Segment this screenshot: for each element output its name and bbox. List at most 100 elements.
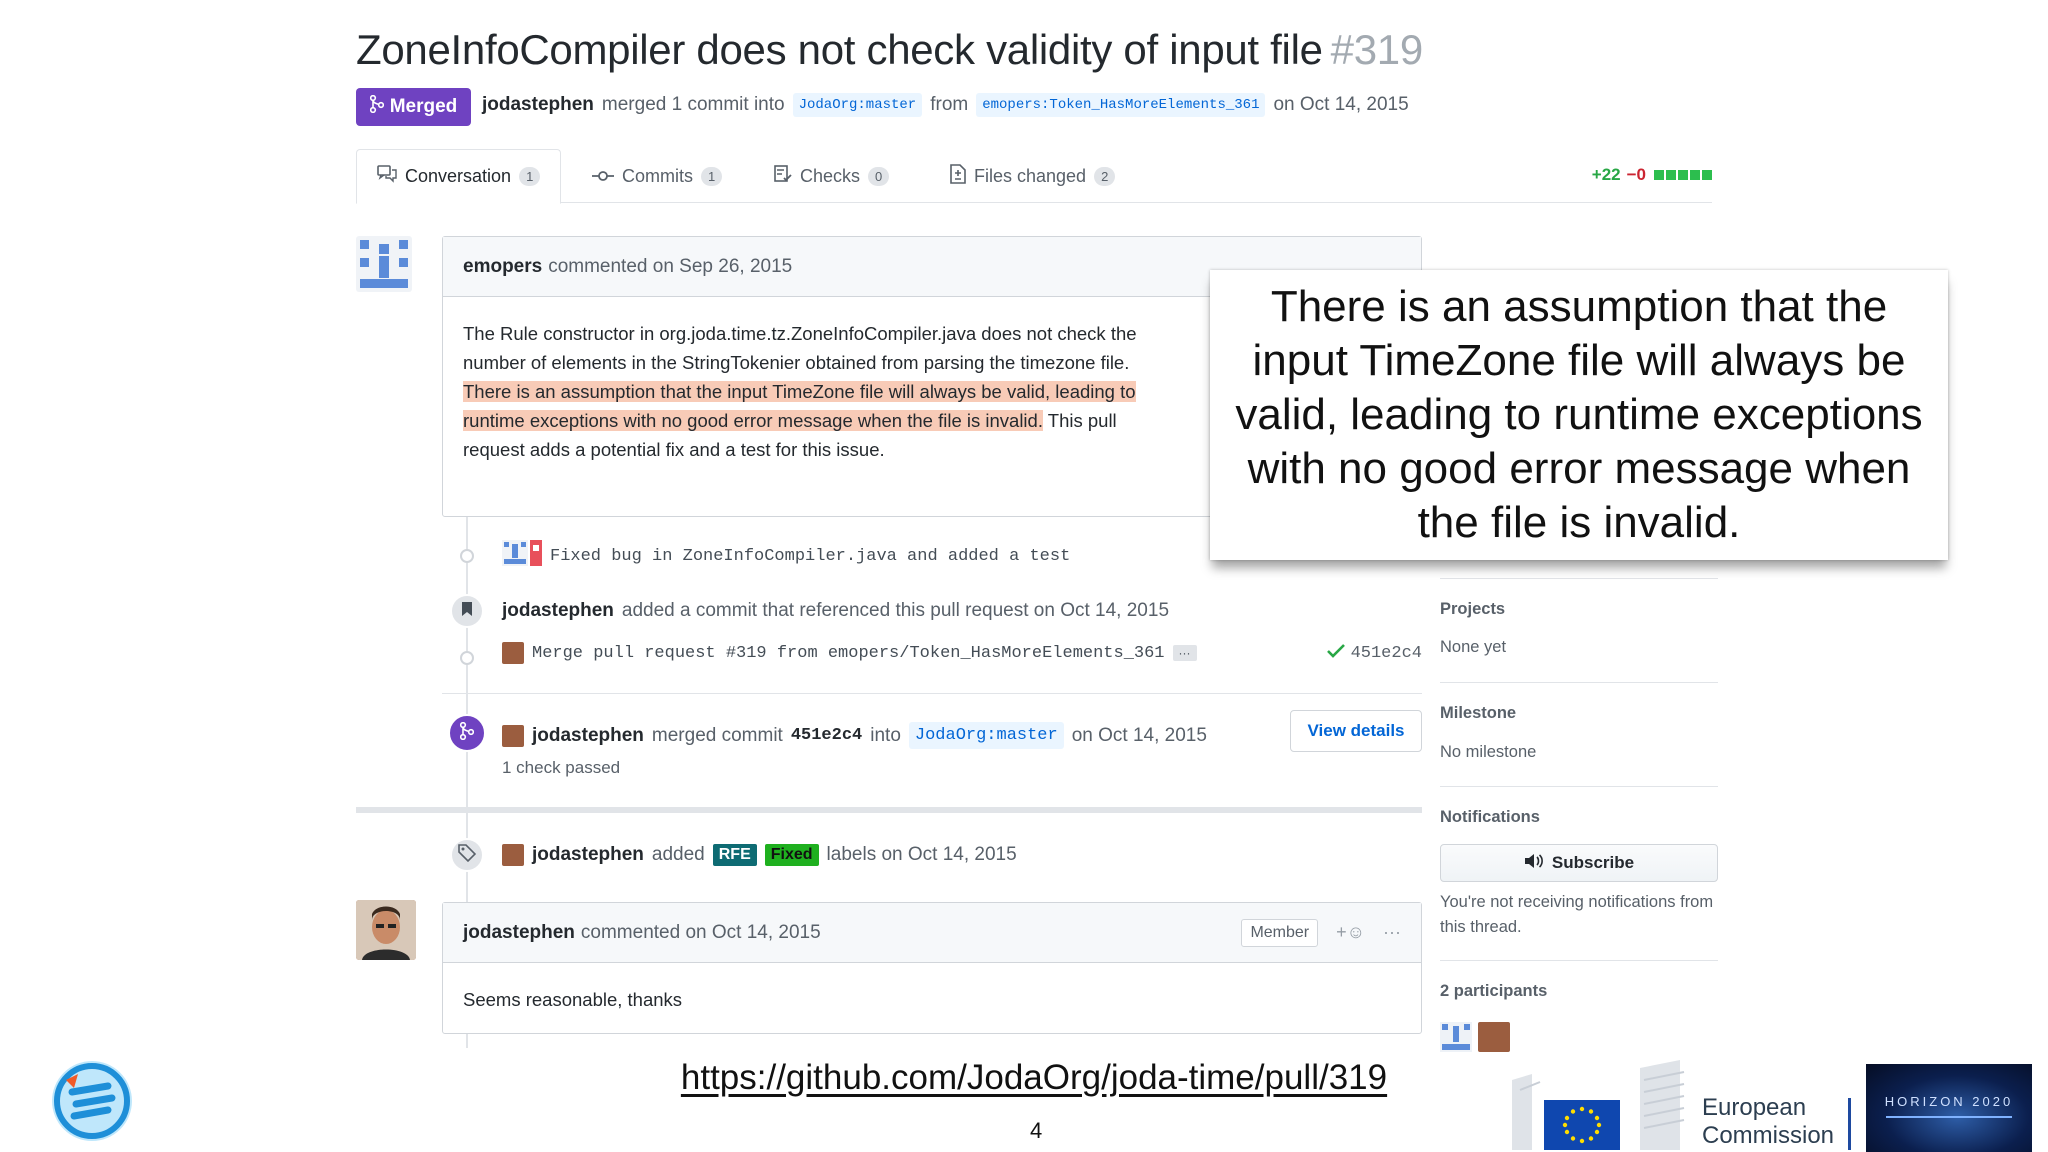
comment-body: The Rule constructor in org.joda.time.tz… — [443, 297, 1163, 486]
participants-avatars — [1440, 1022, 1510, 1057]
project-logo-icon — [48, 1058, 136, 1149]
pr-title: ZoneInfoCompiler does not check validity… — [356, 26, 1423, 74]
comment-header: jodastephen commented on Oct 14, 2015 Me… — [443, 903, 1421, 963]
sidebar-projects-value: None yet — [1440, 638, 1507, 656]
pr-number: #319 — [1330, 26, 1424, 73]
merged-status-badge: Merged — [356, 88, 471, 126]
sidebar-milestone-title[interactable]: Milestone — [1440, 704, 1516, 723]
callout-text: There is an assumption that the input Ti… — [1235, 282, 1923, 547]
bookmark-icon — [461, 601, 473, 622]
emopers-avatar[interactable] — [356, 236, 412, 292]
pr-tabs: Conversation 1 Commits 1 Checks 0 Files … — [356, 149, 1712, 204]
sidebar-separator — [1440, 682, 1718, 683]
merge-icon — [459, 721, 475, 745]
commit-status: 451e2c4 — [1326, 642, 1422, 664]
tab-files-changed-count: 2 — [1094, 166, 1116, 186]
tab-files-changed-label: Files changed — [974, 165, 1087, 186]
participant-avatar-emopers[interactable] — [1440, 1022, 1472, 1057]
slide-callout: There is an assumption that the input Ti… — [1210, 270, 1948, 560]
tab-commits-count: 1 — [701, 166, 723, 186]
timeline-separator — [442, 693, 1422, 694]
merged-label: Merged — [389, 96, 458, 117]
merge-icon — [369, 94, 384, 119]
add-reaction-button[interactable]: +☺ — [1336, 922, 1365, 943]
ec-logo-mark-icon — [1640, 1060, 1690, 1152]
checks-passed: 1 check passed — [502, 758, 621, 777]
reference-author[interactable]: jodastephen — [502, 600, 614, 622]
diffstat: +22 −0 — [1592, 165, 1712, 185]
head-branch[interactable]: emopers:Token_HasMoreElements_361 — [976, 93, 1266, 117]
reference-event: jodastephen added a commit that referenc… — [502, 600, 1169, 622]
merge-commit-message[interactable]: Merge pull request #319 from emopers/Tok… — [532, 644, 1165, 663]
more-options-button[interactable]: ··· — [1383, 922, 1401, 943]
timeline-break — [356, 807, 1422, 813]
participant-avatar-jodastephen[interactable] — [1478, 1022, 1510, 1052]
tag-icon — [458, 843, 477, 867]
jodastephen-mini-avatar — [502, 724, 524, 747]
commit-message[interactable]: Fixed bug in ZoneInfoCompiler.java and a… — [550, 547, 1070, 566]
file-diff-icon — [950, 163, 966, 189]
tab-commits[interactable]: Commits 1 — [592, 149, 723, 203]
merge-into-text: into — [870, 724, 901, 746]
label-fixed[interactable]: Fixed — [764, 844, 819, 866]
comment-body: Seems reasonable, thanks — [463, 989, 683, 1010]
merge-text: merged commit — [651, 724, 783, 746]
sidebar-separator — [1440, 578, 1718, 579]
pr-date: on Oct 14, 2015 — [1273, 94, 1409, 115]
tab-checks[interactable]: Checks 0 — [774, 149, 890, 203]
notifications-note: You're not receiving notifications from … — [1440, 893, 1714, 936]
subscribe-label: Subscribe — [1551, 853, 1635, 872]
expand-commit-button[interactable]: ··· — [1172, 645, 1197, 661]
sidebar-notifications-title: Notifications — [1440, 808, 1540, 826]
tab-checks-count: 0 — [868, 166, 890, 186]
merge-sha[interactable]: 451e2c4 — [791, 726, 862, 745]
merge-author[interactable]: jodastephen — [532, 725, 644, 747]
tab-conversation-label: Conversation — [405, 166, 512, 186]
sidebar-milestone-value: No milestone — [1440, 743, 1537, 761]
comment-meta: commented on Oct 14, 2015 — [580, 921, 821, 943]
sidebar-participants-title: 2 participants — [1440, 982, 1548, 1000]
bookmark-icon-badge — [450, 594, 484, 628]
sidebar-separator — [1440, 786, 1718, 787]
comment-author[interactable]: jodastephen — [463, 922, 575, 944]
label-added-text: added — [651, 844, 705, 865]
merge-event-badge — [448, 714, 486, 752]
jodastephen-avatar[interactable] — [356, 900, 416, 960]
source-url[interactable]: https://github.com/JodaOrg/joda-time/pul… — [0, 1058, 2048, 1098]
comment-text-intro: The Rule constructor in org.joda.time.tz… — [463, 323, 1137, 373]
jodastephen-mini-avatar — [502, 844, 524, 866]
merge-commit-row: Merge pull request #319 from emopers/Tok… — [502, 642, 1422, 664]
tab-files-changed[interactable]: Files changed 2 — [950, 149, 1116, 203]
comment-author[interactable]: emopers — [463, 256, 542, 278]
check-icon — [1326, 642, 1345, 664]
label-event: jodastephen added RFE Fixed labels on Oc… — [502, 844, 1017, 866]
tab-commits-label: Commits — [622, 165, 693, 186]
eu-flag-icon — [1512, 1060, 1632, 1150]
diffstat-blocks — [1652, 165, 1712, 185]
merge-branch[interactable]: JodaOrg:master — [908, 722, 1064, 749]
tab-conversation[interactable]: Conversation 1 — [356, 149, 562, 204]
member-badge: Member — [1241, 918, 1319, 947]
horizon-text: HORIZON 2020 — [1884, 1094, 2014, 1109]
timeline-dot — [460, 651, 474, 665]
pr-meta-line: jodastephen merged 1 commit into JodaOrg… — [482, 93, 1409, 117]
comment-meta: commented on Sep 26, 2015 — [548, 255, 793, 277]
base-branch[interactable]: JodaOrg:master — [792, 93, 923, 117]
sidebar-reviewers-title-fragment — [1440, 244, 1500, 264]
commit-sha[interactable]: 451e2c4 — [1351, 644, 1422, 663]
sidebar-separator — [1440, 960, 1718, 961]
tab-checks-label: Checks — [800, 165, 861, 186]
comment-text-highlight: There is an assumption that the input Ti… — [463, 381, 1136, 431]
label-rfe[interactable]: RFE — [712, 844, 757, 866]
subscribe-button[interactable]: Subscribe — [1440, 844, 1718, 882]
label-author[interactable]: jodastephen — [532, 844, 644, 866]
tab-conversation-count: 1 — [519, 167, 541, 186]
view-details-button[interactable]: View details — [1290, 710, 1422, 752]
jodastephen-mini-avatar — [502, 642, 524, 664]
label-date-text: labels on Oct 14, 2015 — [826, 844, 1017, 865]
pr-author-link[interactable]: jodastephen — [482, 94, 594, 116]
sidebar-projects-title[interactable]: Projects — [1440, 600, 1505, 619]
merge-event: jodastephen merged commit 451e2c4 into J… — [502, 722, 1207, 749]
commit-event: Fixed bug in ZoneInfoCompiler.java and a… — [502, 540, 1070, 572]
comment-discussion-icon — [377, 165, 397, 188]
